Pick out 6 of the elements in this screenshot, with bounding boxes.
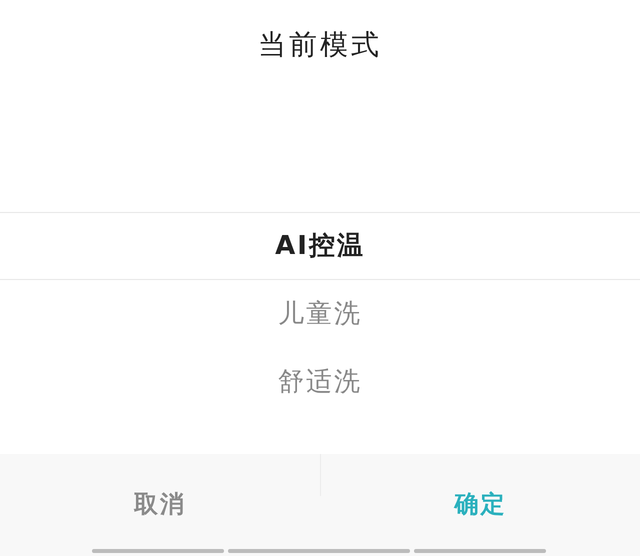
picker-option[interactable]: 儿童洗 bbox=[278, 294, 362, 334]
cancel-button[interactable]: 取消 bbox=[130, 488, 190, 520]
picker-option[interactable]: AI控温 bbox=[275, 226, 365, 266]
picker-option[interactable]: 舒适洗 bbox=[278, 362, 362, 402]
confirm-button[interactable]: 确定 bbox=[450, 488, 510, 520]
dialog-title: 当前模式 bbox=[258, 28, 382, 61]
